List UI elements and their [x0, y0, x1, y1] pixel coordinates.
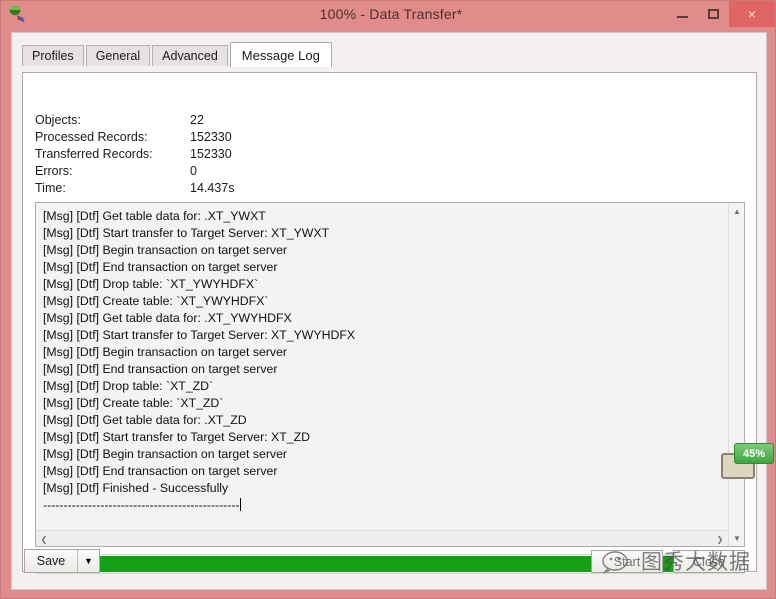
log-line: [Msg] [Dtf] End transaction on target se…: [43, 362, 278, 376]
maximize-button[interactable]: [698, 1, 729, 27]
transfer-summary: Objects: 22 Processed Records: 152330 Tr…: [35, 113, 234, 198]
save-dropdown-arrow-icon[interactable]: ▼: [78, 550, 99, 572]
tab-profiles[interactable]: Profiles: [22, 45, 84, 66]
save-split-button[interactable]: Save ▼: [24, 549, 100, 573]
log-line: [Msg] [Dtf] Start transfer to Target Ser…: [43, 430, 310, 444]
message-log-box[interactable]: [Msg] [Dtf] Get table data for: .XT_YWXT…: [35, 202, 745, 547]
log-line: [Msg] [Dtf] Start transfer to Target Ser…: [43, 328, 356, 342]
summary-row-processed-records: Processed Records: 152330: [35, 130, 234, 147]
close-dialog-button[interactable]: Close: [673, 550, 745, 573]
maximize-icon: [708, 9, 719, 19]
summary-label-errors: Errors:: [35, 164, 73, 178]
navicat-data-transfer-icon: [9, 5, 25, 23]
start-button[interactable]: Start: [591, 550, 663, 573]
log-line: [Msg] [Dtf] Drop table: `XT_YWYHDFX`: [43, 277, 259, 291]
window-title: 100% - Data Transfer*: [319, 6, 463, 22]
log-vertical-scrollbar[interactable]: ▲ ▼: [728, 203, 744, 546]
tab-general[interactable]: General: [85, 45, 151, 66]
log-line: [Msg] [Dtf] Finished - Successfully: [43, 481, 229, 495]
summary-label-time: Time:: [35, 181, 66, 195]
log-line: ----------------------------------------…: [43, 498, 241, 512]
minimize-button[interactable]: [667, 1, 698, 27]
tray-progress-widget[interactable]: 45%: [719, 441, 775, 491]
summary-row-time: Time: 14.437s: [35, 181, 234, 198]
minimize-icon: [677, 16, 688, 18]
data-transfer-window: 100% - Data Transfer* × Profiles General…: [0, 0, 776, 599]
log-line: [Msg] [Dtf] Get table data for: .XT_YWYH…: [43, 311, 292, 325]
summary-label-processed-records: Processed Records:: [35, 130, 148, 144]
summary-value-objects: 22: [190, 113, 204, 127]
tab-bar: Profiles General Advanced Message Log: [22, 42, 766, 67]
message-log-panel: Objects: 22 Processed Records: 152330 Tr…: [22, 72, 757, 574]
window-controls: ×: [667, 1, 775, 27]
scroll-up-icon[interactable]: ▲: [729, 203, 745, 219]
summary-row-objects: Objects: 22: [35, 113, 234, 130]
summary-value-transferred-records: 152330: [190, 147, 232, 161]
log-line: [Msg] [Dtf] Begin transaction on target …: [43, 345, 287, 359]
log-line: [Msg] [Dtf] Begin transaction on target …: [43, 243, 287, 257]
log-line: [Msg] [Dtf] End transaction on target se…: [43, 464, 278, 478]
log-line: [Msg] [Dtf] Get table data for: .XT_YWXT: [43, 209, 266, 223]
log-line: [Msg] [Dtf] Start transfer to Target Ser…: [43, 226, 330, 240]
save-button[interactable]: Save: [25, 550, 78, 572]
summary-value-time: 14.437s: [190, 181, 235, 195]
log-line: [Msg] [Dtf] End transaction on target se…: [43, 260, 278, 274]
tab-advanced[interactable]: Advanced: [152, 45, 228, 66]
log-line: [Msg] [Dtf] Begin transaction on target …: [43, 447, 287, 461]
log-line: [Msg] [Dtf] Create table: `XT_YWYHDFX`: [43, 294, 269, 308]
message-log-text[interactable]: [Msg] [Dtf] Get table data for: .XT_YWXT…: [43, 208, 723, 528]
dialog-button-bar: Save ▼ Start Close: [12, 541, 766, 589]
title-bar: 100% - Data Transfer* ×: [1, 1, 775, 27]
text-caret: [239, 498, 241, 511]
tray-percent-badge: 45%: [734, 443, 774, 464]
summary-row-errors: Errors: 0: [35, 164, 234, 181]
tab-message-log[interactable]: Message Log: [229, 42, 332, 67]
log-line: [Msg] [Dtf] Create table: `XT_ZD`: [43, 396, 224, 410]
summary-value-errors: 0: [190, 164, 197, 178]
log-line: [Msg] [Dtf] Get table data for: .XT_ZD: [43, 413, 247, 427]
summary-label-objects: Objects:: [35, 113, 81, 127]
summary-row-transferred-records: Transferred Records: 152330: [35, 147, 234, 164]
client-area: Profiles General Advanced Message Log Ob…: [11, 32, 767, 590]
close-button[interactable]: ×: [729, 1, 775, 27]
log-line: [Msg] [Dtf] Drop table: `XT_ZD`: [43, 379, 214, 393]
summary-label-transferred-records: Transferred Records:: [35, 147, 153, 161]
summary-value-processed-records: 152330: [190, 130, 232, 144]
